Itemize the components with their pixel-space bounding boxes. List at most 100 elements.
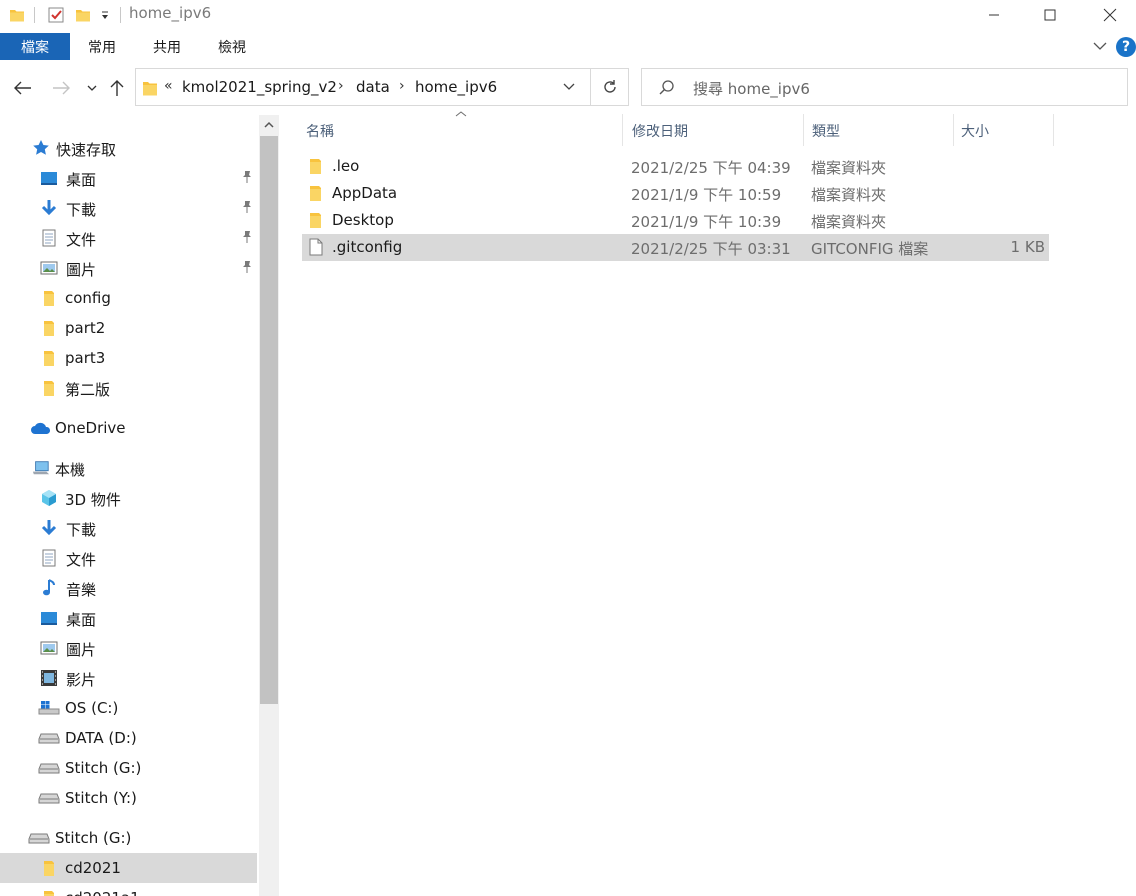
nav-label: 3D 物件 xyxy=(65,491,121,509)
breadcrumb-data[interactable]: data xyxy=(356,78,390,96)
nav-item-second-edition[interactable]: 第二版 xyxy=(0,373,257,403)
nav-item-documents[interactable]: 文件 xyxy=(0,223,257,253)
properties-icon[interactable] xyxy=(46,5,66,25)
nav-label: config xyxy=(65,289,111,307)
file-row[interactable]: .gitconfig 2021/2/25 下午 03:31 GITCONFIG … xyxy=(302,234,1049,261)
maximize-button[interactable] xyxy=(1020,0,1080,30)
column-divider[interactable] xyxy=(622,114,623,146)
ribbon: 檔案 常用 共用 檢視 xyxy=(0,30,1136,62)
breadcrumb-separator[interactable]: › xyxy=(399,78,405,94)
tab-home[interactable]: 常用 xyxy=(78,33,126,60)
breadcrumb-home-ipv6[interactable]: home_ipv6 xyxy=(415,78,497,96)
windows-drive-icon xyxy=(38,699,60,717)
nav-label: part3 xyxy=(65,349,106,367)
minimize-icon xyxy=(989,14,999,16)
nav-item-os-c[interactable]: OS (C:) xyxy=(0,693,257,723)
file-row[interactable]: Desktop 2021/1/9 下午 10:39 檔案資料夾 xyxy=(302,207,1049,234)
computer-icon xyxy=(32,459,50,477)
sort-ascending-icon xyxy=(455,111,467,117)
nav-label: 桌面 xyxy=(66,171,97,189)
nav-this-pc[interactable]: 本機 xyxy=(0,453,257,483)
nav-item-stitch-g[interactable]: Stitch (G:) xyxy=(0,753,257,783)
nav-label: Stitch (Y:) xyxy=(65,789,137,807)
column-header-name[interactable]: 名稱 xyxy=(306,121,334,153)
tab-share[interactable]: 共用 xyxy=(143,33,191,60)
help-icon[interactable]: ? xyxy=(1116,37,1136,57)
nav-label: 文件 xyxy=(66,231,97,249)
breadcrumb-kmol2021[interactable]: kmol2021_spring_v2 xyxy=(182,78,337,96)
drive-icon xyxy=(38,729,60,747)
file-type: 檔案資料夾 xyxy=(811,186,887,204)
tab-file[interactable]: 檔案 xyxy=(0,33,70,60)
column-header-size[interactable]: 大小 xyxy=(961,121,989,153)
scroll-up-icon[interactable] xyxy=(262,118,276,132)
overflow-crumb[interactable]: « xyxy=(164,78,173,94)
recent-locations-button[interactable] xyxy=(84,74,100,102)
search-box[interactable]: 搜尋 home_ipv6 xyxy=(641,68,1128,106)
nav-item-pictures-pc[interactable]: 圖片 xyxy=(0,633,257,663)
file-type: 檔案資料夾 xyxy=(811,213,887,231)
file-size: 1 KB xyxy=(1010,238,1045,256)
tab-view[interactable]: 檢視 xyxy=(208,33,256,60)
drive-icon xyxy=(38,759,60,777)
expand-ribbon-icon[interactable] xyxy=(1092,38,1108,54)
pin-icon[interactable] xyxy=(240,200,254,214)
column-divider[interactable] xyxy=(803,114,804,146)
file-name: AppData xyxy=(332,184,398,202)
nav-item-cd2021a1[interactable]: cd2021a1 xyxy=(0,883,257,896)
file-row[interactable]: .leo 2021/2/25 下午 04:39 檔案資料夾 xyxy=(302,153,1049,180)
nav-item-data-d[interactable]: DATA (D:) xyxy=(0,723,257,753)
column-header-type[interactable]: 類型 xyxy=(812,121,840,153)
nav-item-music[interactable]: 音樂 xyxy=(0,573,257,603)
address-dropdown-icon[interactable] xyxy=(562,79,576,97)
column-header-date[interactable]: 修改日期 xyxy=(632,121,688,153)
pin-icon[interactable] xyxy=(240,170,254,184)
desktop-icon xyxy=(40,169,58,187)
nav-item-pictures[interactable]: 圖片 xyxy=(0,253,257,283)
nav-item-config[interactable]: config xyxy=(0,283,257,313)
nav-item-downloads-pc[interactable]: 下載 xyxy=(0,513,257,543)
close-button[interactable] xyxy=(1080,0,1136,30)
nav-item-documents-pc[interactable]: 文件 xyxy=(0,543,257,573)
nav-onedrive[interactable]: OneDrive xyxy=(0,413,257,443)
customize-toolbar-icon[interactable] xyxy=(98,5,112,25)
drive-icon xyxy=(38,789,60,807)
nav-label: 文件 xyxy=(66,551,97,569)
nav-item-part3[interactable]: part3 xyxy=(0,343,257,373)
nav-label: Stitch (G:) xyxy=(65,759,142,777)
folder-icon xyxy=(142,79,158,101)
navigation-scrollbar[interactable] xyxy=(259,115,279,896)
column-divider[interactable] xyxy=(1053,114,1054,146)
window-title: home_ipv6 xyxy=(129,4,212,22)
nav-item-downloads[interactable]: 下載 xyxy=(0,193,257,223)
new-folder-icon[interactable] xyxy=(74,5,92,25)
close-icon xyxy=(1103,8,1117,22)
nav-item-stitch-y[interactable]: Stitch (Y:) xyxy=(0,783,257,813)
nav-item-videos[interactable]: 影片 xyxy=(0,663,257,693)
column-divider[interactable] xyxy=(953,114,954,146)
nav-item-part2[interactable]: part2 xyxy=(0,313,257,343)
minimize-button[interactable] xyxy=(964,0,1024,30)
nav-item-3d-objects[interactable]: 3D 物件 xyxy=(0,483,257,513)
nav-stitch-drive[interactable]: Stitch (G:) xyxy=(0,823,257,853)
nav-item-cd2021[interactable]: cd2021 xyxy=(0,853,257,883)
up-button[interactable] xyxy=(106,74,128,102)
scrollbar-thumb[interactable] xyxy=(260,136,278,704)
search-icon xyxy=(658,79,676,101)
back-button[interactable] xyxy=(10,74,36,102)
forward-button[interactable] xyxy=(48,74,74,102)
refresh-button[interactable] xyxy=(590,68,629,106)
nav-label: 第二版 xyxy=(65,381,111,399)
breadcrumb-separator[interactable]: › xyxy=(338,78,344,94)
pin-icon[interactable] xyxy=(240,260,254,274)
address-bar[interactable]: « kmol2021_spring_v2 › data › home_ipv6 xyxy=(135,68,590,106)
nav-item-desktop-pc[interactable]: 桌面 xyxy=(0,603,257,633)
nav-item-desktop[interactable]: 桌面 xyxy=(0,163,257,193)
pin-icon[interactable] xyxy=(240,230,254,244)
document-icon xyxy=(40,549,58,567)
folder-icon xyxy=(308,211,326,229)
folder-icon xyxy=(40,349,58,367)
nav-quick-access[interactable]: 快速存取 xyxy=(0,133,257,163)
file-icon xyxy=(308,238,326,256)
file-row[interactable]: AppData 2021/1/9 下午 10:59 檔案資料夾 xyxy=(302,180,1049,207)
